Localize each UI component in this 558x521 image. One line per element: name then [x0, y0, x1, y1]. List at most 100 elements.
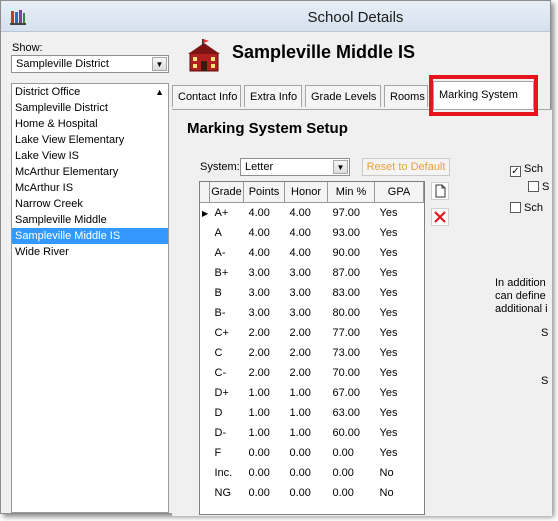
cell-honor[interactable]: 4.00 — [285, 203, 328, 224]
cell-points[interactable]: 2.00 — [244, 323, 285, 343]
cell-honor[interactable]: 2.00 — [285, 343, 328, 363]
cell-points[interactable]: 1.00 — [244, 403, 285, 423]
cell-gpa[interactable]: No — [375, 463, 424, 483]
table-row[interactable]: Inc. 0.00 0.00 0.00 No — [200, 463, 424, 483]
table-row[interactable]: NG 0.00 0.00 0.00 No — [200, 483, 424, 503]
cell-points[interactable]: 4.00 — [244, 243, 285, 263]
list-item[interactable]: Sampleville Middle — [12, 212, 168, 228]
delete-row-button[interactable] — [431, 208, 449, 226]
cell-grade[interactable]: A- — [210, 243, 244, 263]
cell-grade[interactable]: D- — [210, 423, 244, 443]
cell-honor[interactable]: 3.00 — [285, 303, 328, 323]
cell-gpa[interactable]: Yes — [375, 343, 424, 363]
list-item-selected[interactable]: Sampleville Middle IS — [12, 228, 168, 244]
chevron-down-icon[interactable]: ▼ — [152, 57, 167, 71]
cell-min-percent[interactable]: 77.00 — [328, 323, 375, 343]
checkbox[interactable] — [528, 181, 539, 192]
cell-min-percent[interactable]: 0.00 — [328, 463, 375, 483]
cell-points[interactable]: 0.00 — [244, 483, 285, 503]
cell-grade[interactable]: C- — [210, 363, 244, 383]
cell-honor[interactable]: 3.00 — [285, 263, 328, 283]
cell-points[interactable]: 2.00 — [244, 343, 285, 363]
option-checkbox-2[interactable]: S — [528, 181, 549, 193]
cell-gpa[interactable]: Yes — [375, 443, 424, 463]
cell-points[interactable]: 1.00 — [244, 383, 285, 403]
cell-honor[interactable]: 0.00 — [285, 443, 328, 463]
cell-honor[interactable]: 4.00 — [285, 243, 328, 263]
table-row[interactable]: ▶ A+ 4.00 4.00 97.00 Yes — [200, 203, 424, 224]
chevron-down-icon[interactable]: ▼ — [333, 160, 348, 174]
list-item[interactable]: Home & Hospital — [12, 116, 168, 132]
cell-min-percent[interactable]: 90.00 — [328, 243, 375, 263]
table-row[interactable]: D+ 1.00 1.00 67.00 Yes — [200, 383, 424, 403]
list-item[interactable]: Lake View Elementary — [12, 132, 168, 148]
table-row[interactable]: A- 4.00 4.00 90.00 Yes — [200, 243, 424, 263]
cell-grade[interactable]: B- — [210, 303, 244, 323]
cell-honor[interactable]: 0.00 — [285, 463, 328, 483]
tab-grade-levels[interactable]: Grade Levels — [305, 85, 381, 107]
reset-to-default-button[interactable]: Reset to Default — [362, 158, 450, 176]
cell-min-percent[interactable]: 0.00 — [328, 443, 375, 463]
cell-grade[interactable]: NG — [210, 483, 244, 503]
cell-grade[interactable]: Inc. — [210, 463, 244, 483]
table-row[interactable]: D 1.00 1.00 63.00 Yes — [200, 403, 424, 423]
column-header-min-percent[interactable]: Min % — [327, 182, 375, 203]
cell-grade[interactable]: C+ — [210, 323, 244, 343]
cell-honor[interactable]: 1.00 — [285, 403, 328, 423]
cell-gpa[interactable]: Yes — [375, 303, 424, 323]
table-row[interactable]: B- 3.00 3.00 80.00 Yes — [200, 303, 424, 323]
cell-min-percent[interactable]: 63.00 — [328, 403, 375, 423]
option-checkbox-1[interactable]: ✓ Sch — [510, 163, 543, 177]
cell-min-percent[interactable]: 80.00 — [328, 303, 375, 323]
column-header-gpa[interactable]: GPA — [374, 182, 424, 203]
table-row[interactable]: B 3.00 3.00 83.00 Yes — [200, 283, 424, 303]
cell-grade[interactable]: B — [210, 283, 244, 303]
column-header-points[interactable]: Points — [243, 182, 285, 203]
cell-points[interactable]: 1.00 — [244, 423, 285, 443]
cell-points[interactable]: 4.00 — [244, 223, 285, 243]
cell-min-percent[interactable]: 73.00 — [328, 343, 375, 363]
cell-min-percent[interactable]: 93.00 — [328, 223, 375, 243]
cell-min-percent[interactable]: 70.00 — [328, 363, 375, 383]
cell-gpa[interactable]: Yes — [375, 243, 424, 263]
column-header-honor[interactable]: Honor — [284, 182, 328, 203]
list-item[interactable]: Sampleville District — [12, 100, 168, 116]
cell-points[interactable]: 0.00 — [244, 443, 285, 463]
cell-gpa[interactable]: Yes — [375, 323, 424, 343]
checkbox-checked[interactable]: ✓ — [510, 166, 521, 177]
cell-gpa[interactable]: Yes — [375, 223, 424, 243]
option-checkbox-3[interactable]: Sch — [510, 202, 543, 214]
cell-honor[interactable]: 4.00 — [285, 223, 328, 243]
cell-gpa[interactable]: Yes — [375, 403, 424, 423]
tab-extra-info[interactable]: Extra Info — [244, 85, 302, 107]
list-item[interactable]: Wide River — [12, 244, 168, 260]
school-list[interactable]: District Office Sampleville District Hom… — [11, 83, 169, 513]
cell-grade[interactable]: A+ — [210, 203, 244, 224]
cell-min-percent[interactable]: 0.00 — [328, 483, 375, 503]
cell-grade[interactable]: B+ — [210, 263, 244, 283]
cell-gpa[interactable]: Yes — [375, 203, 424, 224]
cell-min-percent[interactable]: 60.00 — [328, 423, 375, 443]
cell-honor[interactable]: 1.00 — [285, 383, 328, 403]
cell-honor[interactable]: 2.00 — [285, 363, 328, 383]
cell-min-percent[interactable]: 97.00 — [328, 203, 375, 224]
table-row[interactable]: A 4.00 4.00 93.00 Yes — [200, 223, 424, 243]
table-row[interactable]: B+ 3.00 3.00 87.00 Yes — [200, 263, 424, 283]
cell-honor[interactable]: 1.00 — [285, 423, 328, 443]
tab-contact-info[interactable]: Contact Info — [172, 85, 241, 107]
cell-min-percent[interactable]: 87.00 — [328, 263, 375, 283]
table-row[interactable]: D- 1.00 1.00 60.00 Yes — [200, 423, 424, 443]
cell-points[interactable]: 4.00 — [244, 203, 285, 224]
cell-min-percent[interactable]: 67.00 — [328, 383, 375, 403]
cell-min-percent[interactable]: 83.00 — [328, 283, 375, 303]
cell-grade[interactable]: A — [210, 223, 244, 243]
cell-points[interactable]: 3.00 — [244, 283, 285, 303]
cell-honor[interactable]: 2.00 — [285, 323, 328, 343]
cell-gpa[interactable]: Yes — [375, 363, 424, 383]
cell-gpa[interactable]: Yes — [375, 423, 424, 443]
table-row[interactable]: C- 2.00 2.00 70.00 Yes — [200, 363, 424, 383]
list-item[interactable]: Narrow Creek — [12, 196, 168, 212]
cell-points[interactable]: 2.00 — [244, 363, 285, 383]
grades-grid[interactable]: Grade Points Honor Min % GPA ▶ A+ 4.00 4… — [199, 181, 425, 515]
cell-grade[interactable]: F — [210, 443, 244, 463]
